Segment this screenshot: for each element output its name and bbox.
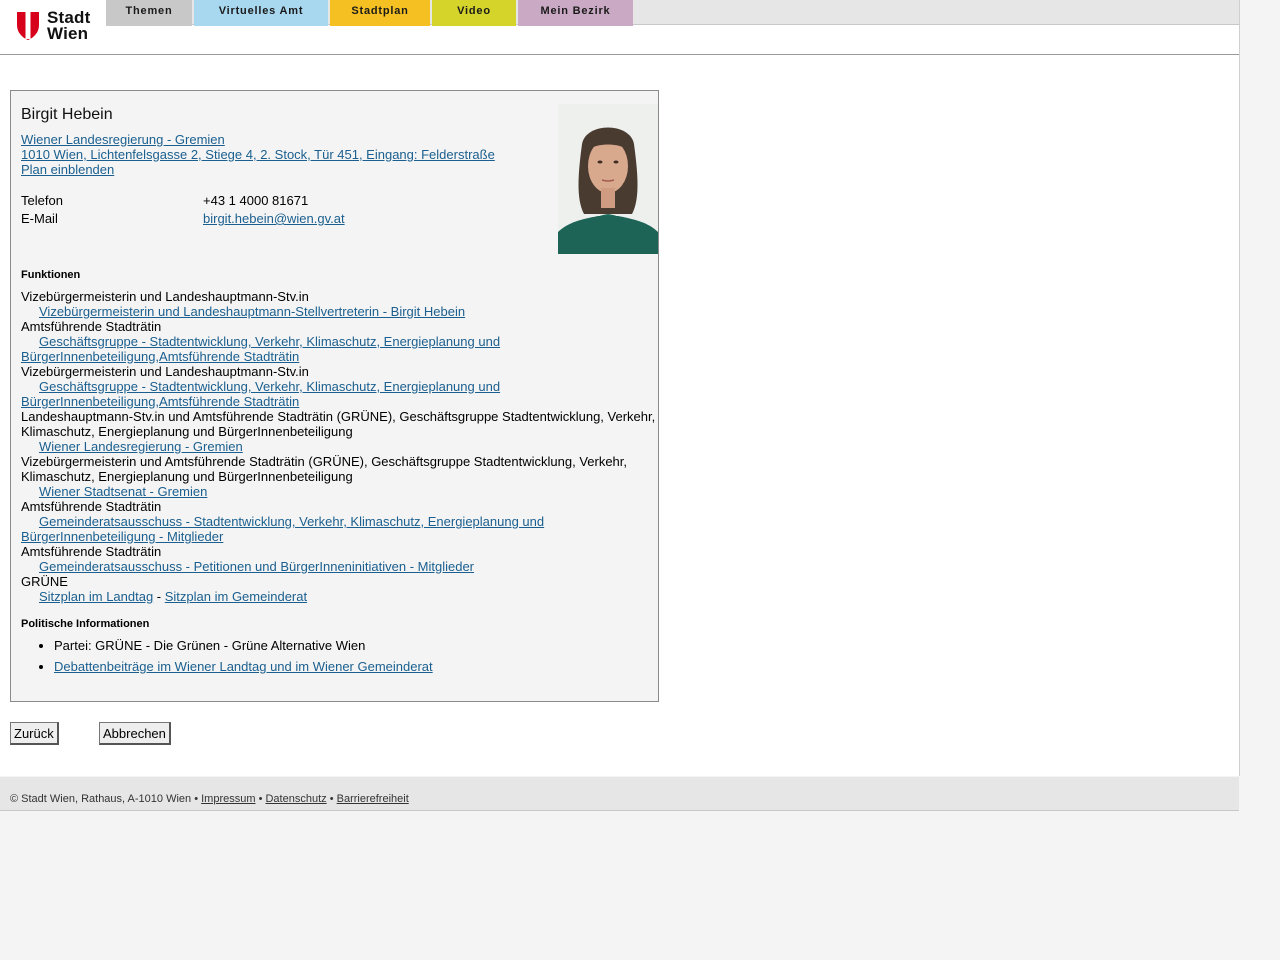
footer-separator: • <box>255 793 266 805</box>
function-link-wrapper: Geschäftsgruppe - Stadtentwicklung, Verk… <box>21 334 661 364</box>
contact-table: Telefon +43 1 4000 81671 E-Mail birgit.h… <box>21 192 441 228</box>
function-link-wrapper: Gemeinderatsausschuss - Petitionen und B… <box>21 559 661 574</box>
footer-copyright: © Stadt Wien, Rathaus, A-1010 Wien • <box>10 793 202 805</box>
function-link-wrapper: Gemeinderatsausschuss - Stadtentwicklung… <box>21 514 661 544</box>
debates-item: Debattenbeiträge im Wiener Landtag und i… <box>54 659 661 674</box>
functions-list: Vizebürgermeisterin und Landeshauptmann-… <box>21 289 661 604</box>
back-button[interactable]: Zurück <box>10 722 59 745</box>
political-info-heading: Politische Informationen <box>21 618 150 630</box>
page-content: Stadt Wien Themen Virtuelles Amt Stadtpl… <box>0 0 1240 776</box>
seat-plan-links: Sitzplan im Landtag - Sitzplan im Gemein… <box>21 589 661 604</box>
email-label: E-Mail <box>21 211 58 226</box>
datenschutz-link[interactable]: Datenschutz <box>265 793 326 805</box>
political-info-list: Partei: GRÜNE - Die Grünen - Grüne Alter… <box>21 638 661 680</box>
nav-tab-virtuelles-amt[interactable]: Virtuelles Amt <box>194 0 328 26</box>
nav-tab-mein-bezirk[interactable]: Mein Bezirk <box>518 0 633 26</box>
party-info-item: Partei: GRÜNE - Die Grünen - Grüne Alter… <box>54 638 661 653</box>
function-link[interactable]: Wiener Stadtsenat - Gremien <box>39 484 207 499</box>
person-card: Birgit Hebein Wiener Landesregierung - G… <box>10 90 659 702</box>
person-name: Birgit Hebein <box>21 106 113 123</box>
function-role: Amtsführende Stadträtin <box>21 319 162 334</box>
function-role: Amtsführende Stadträtin <box>21 499 162 514</box>
logo-text-wien: Wien <box>47 24 89 43</box>
email-link[interactable]: birgit.hebein@wien.gv.at <box>203 210 345 228</box>
seat-plan-gemeinderat-link[interactable]: Sitzplan im Gemeinderat <box>165 589 307 604</box>
phone-row: Telefon +43 1 4000 81671 <box>21 192 441 210</box>
seat-plan-separator: - <box>153 589 165 604</box>
portrait-image <box>558 104 658 254</box>
functions-heading: Funktionen <box>21 269 81 281</box>
seat-plan-landtag-link[interactable]: Sitzplan im Landtag <box>39 589 153 604</box>
nav-tab-stadtplan[interactable]: Stadtplan <box>330 0 430 26</box>
site-footer: © Stadt Wien, Rathaus, A-1010 Wien • Imp… <box>0 777 1239 811</box>
organization-links: Wiener Landesregierung - Gremien 1010 Wi… <box>21 132 495 177</box>
function-role: Vizebürgermeisterin und Landeshauptmann-… <box>21 364 309 379</box>
coat-of-arms-icon <box>17 12 39 40</box>
show-plan-link[interactable]: Plan einblenden <box>21 162 495 177</box>
function-role: Landeshauptmann-Stv.in und Amtsführende … <box>21 409 656 439</box>
nav-tab-themen[interactable]: Themen <box>106 0 192 26</box>
phone-label: Telefon <box>21 193 63 208</box>
function-link[interactable]: Gemeinderatsausschuss - Petitionen und B… <box>39 559 474 574</box>
function-link-wrapper: Wiener Landesregierung - Gremien <box>21 439 661 454</box>
function-link[interactable]: Geschäftsgruppe - Stadtentwicklung, Verk… <box>21 334 500 364</box>
function-role: Amtsführende Stadträtin <box>21 544 162 559</box>
footer-separator: • <box>326 793 337 805</box>
function-link[interactable]: Geschäftsgruppe - Stadtentwicklung, Verk… <box>21 379 500 409</box>
stadt-wien-logo[interactable]: Stadt Wien <box>16 9 90 43</box>
barrierefreiheit-link[interactable]: Barrierefreiheit <box>337 793 409 805</box>
nav-tab-video[interactable]: Video <box>432 0 516 26</box>
function-link[interactable]: Wiener Landesregierung - Gremien <box>39 439 243 454</box>
function-role: Vizebürgermeisterin und Amtsführende Sta… <box>21 454 628 484</box>
party-role: GRÜNE <box>21 574 68 589</box>
function-link-wrapper: Geschäftsgruppe - Stadtentwicklung, Verk… <box>21 379 661 409</box>
impressum-link[interactable]: Impressum <box>201 793 255 805</box>
phone-value: +43 1 4000 81671 <box>203 193 309 208</box>
function-link[interactable]: Gemeinderatsausschuss - Stadtentwicklung… <box>21 514 544 544</box>
address-link[interactable]: 1010 Wien, Lichtenfelsgasse 2, Stiege 4,… <box>21 147 495 162</box>
function-link[interactable]: Vizebürgermeisterin und Landeshauptmann-… <box>39 304 465 319</box>
person-photo <box>558 104 658 254</box>
function-link-wrapper: Vizebürgermeisterin und Landeshauptmann-… <box>21 304 661 319</box>
footer-text: © Stadt Wien, Rathaus, A-1010 Wien • Imp… <box>10 793 409 805</box>
site-header: Stadt Wien Themen Virtuelles Amt Stadtpl… <box>0 0 1239 55</box>
function-role: Vizebürgermeisterin und Landeshauptmann-… <box>21 289 309 304</box>
org-link-landesregierung[interactable]: Wiener Landesregierung - Gremien <box>21 132 495 147</box>
email-row: E-Mail birgit.hebein@wien.gv.at <box>21 210 441 228</box>
cancel-button[interactable]: Abbrechen <box>99 722 171 745</box>
debates-link[interactable]: Debattenbeiträge im Wiener Landtag und i… <box>54 659 433 674</box>
function-link-wrapper: Wiener Stadtsenat - Gremien <box>21 484 661 499</box>
